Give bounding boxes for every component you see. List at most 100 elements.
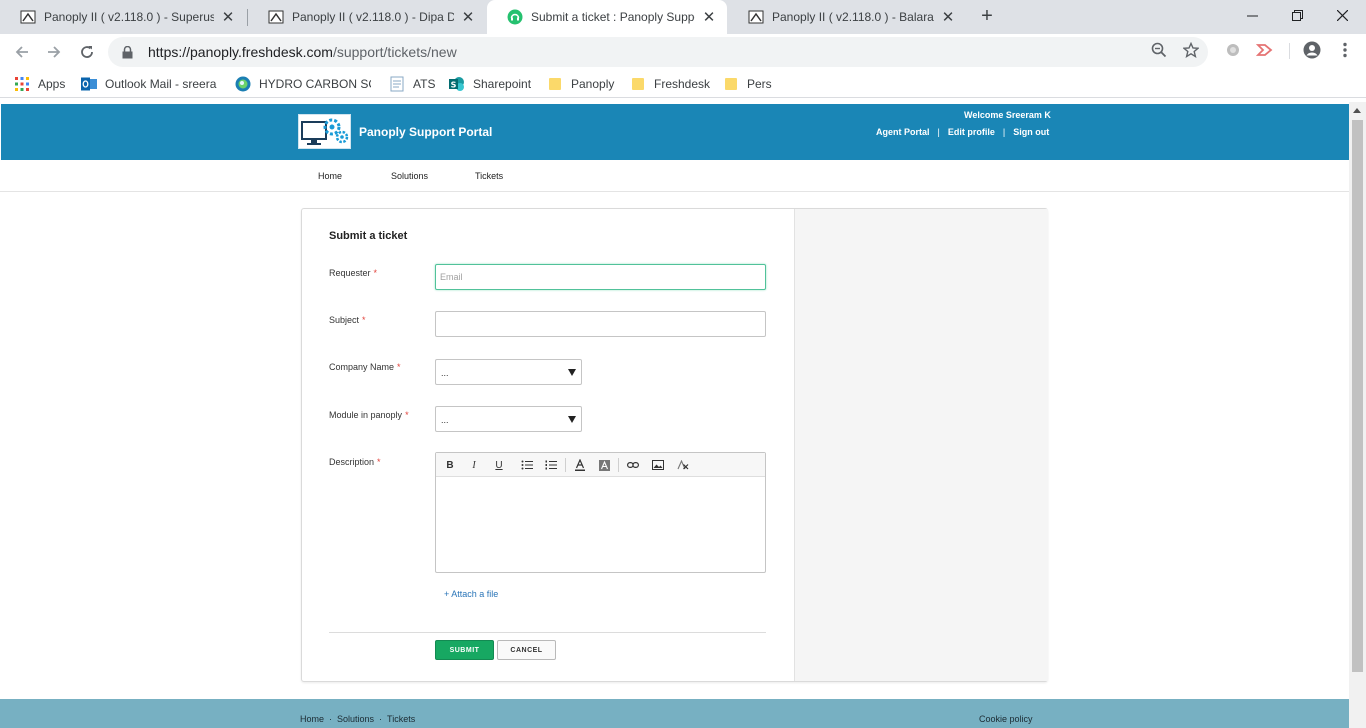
browser-tabbar: Panoply II ( v2.118.0 ) - Superuser ✕ Pa… — [0, 0, 1366, 34]
bookmark-ats[interactable]: ATS — [389, 75, 435, 93]
page-scrollbar[interactable] — [1349, 102, 1366, 728]
browser-tab-3[interactable]: Submit a ticket : Panoply Support ✕ — [487, 0, 727, 34]
portal-title[interactable]: Panoply Support Portal — [359, 125, 492, 139]
requester-email-input[interactable] — [435, 264, 766, 290]
cancel-button[interactable]: CANCEL — [497, 640, 556, 660]
sidebar-panel — [794, 209, 1048, 681]
footer-home-link[interactable]: Home — [300, 714, 324, 724]
link-separator: | — [1002, 127, 1006, 137]
close-icon[interactable]: ✕ — [940, 9, 956, 26]
image-icon[interactable] — [651, 458, 665, 472]
folder-icon — [723, 76, 739, 92]
underline-icon[interactable]: U — [492, 458, 506, 472]
footer-solutions-link[interactable]: Solutions — [337, 714, 374, 724]
folder-icon — [630, 76, 646, 92]
bookmarks-bar: Apps Outlook Mail - sreera HYDRO CARBON … — [0, 70, 1366, 98]
toolbar-separator — [618, 458, 619, 472]
browser-tab-2[interactable]: Panoply II ( v2.118.0 ) - Dipa Dash ✕ — [248, 0, 486, 34]
minimize-icon[interactable] — [1230, 0, 1274, 30]
bullet-list-icon[interactable] — [520, 458, 534, 472]
extension-circle-icon[interactable] — [1224, 41, 1242, 59]
bookmark-label: Apps — [38, 77, 66, 91]
required-mark: * — [362, 315, 366, 325]
browser-tab-4[interactable]: Panoply II ( v2.118.0 ) - Balaraghu ✕ — [728, 0, 966, 34]
edit-profile-link[interactable]: Edit profile — [948, 127, 995, 137]
bookmark-outlook[interactable]: Outlook Mail - sreera — [81, 75, 217, 93]
toolbar-divider — [1289, 43, 1290, 59]
description-textarea[interactable] — [436, 477, 765, 572]
agent-portal-link[interactable]: Agent Portal — [876, 127, 930, 137]
menu-dots-icon[interactable] — [1336, 41, 1354, 59]
editor-toolbar: B I U — [436, 453, 765, 477]
zoom-icon[interactable] — [1150, 41, 1168, 59]
footer-tickets-link[interactable]: Tickets — [387, 714, 415, 724]
required-mark: * — [397, 362, 401, 372]
attach-file-link[interactable]: + Attach a file — [444, 589, 498, 599]
subject-label: Subject * — [329, 315, 366, 325]
close-icon[interactable]: ✕ — [220, 9, 236, 26]
select-value: ... — [441, 368, 449, 378]
bookmark-sharepoint[interactable]: S Sharepoint — [449, 75, 531, 93]
description-editor: B I U — [435, 452, 766, 573]
welcome-text: Welcome Sreeram K — [964, 110, 1051, 120]
browser-toolbar: https://panoply.freshdesk.com/support/ti… — [0, 34, 1366, 70]
portal-nav: Home Solutions Tickets — [0, 160, 1349, 192]
bookmark-label: Sharepoint — [473, 77, 532, 91]
address-bar[interactable]: https://panoply.freshdesk.com/support/ti… — [108, 37, 1208, 67]
freshdesk-favicon-icon — [507, 9, 523, 25]
forward-arrow-icon[interactable] — [43, 41, 65, 63]
nav-tickets[interactable]: Tickets — [475, 171, 503, 181]
restore-icon[interactable] — [1275, 0, 1319, 30]
scroll-up-arrow-icon[interactable] — [1353, 108, 1361, 113]
background-color-icon[interactable] — [597, 458, 611, 472]
bookmark-folder-pers[interactable]: Pers — [723, 75, 772, 93]
close-icon[interactable]: ✕ — [701, 9, 717, 26]
reload-icon[interactable] — [76, 41, 98, 63]
requester-label: Requester * — [329, 268, 378, 278]
clear-format-icon[interactable] — [676, 458, 690, 472]
portal-footer: Home · Solutions · Tickets Cookie policy — [0, 699, 1349, 728]
footer-separator: · — [329, 714, 333, 724]
bookmark-star-icon[interactable] — [1182, 41, 1200, 59]
panoply-favicon-icon — [748, 9, 764, 25]
apps-grid-icon — [14, 76, 30, 92]
close-window-icon[interactable] — [1320, 0, 1364, 30]
bookmark-folder-freshdesk[interactable]: Freshdesk — [630, 75, 710, 93]
sign-out-link[interactable]: Sign out — [1013, 127, 1049, 137]
url-host: https://panoply.freshdesk.com — [148, 44, 333, 60]
browser-tab-1[interactable]: Panoply II ( v2.118.0 ) - Superuser ✕ — [0, 0, 246, 34]
close-icon[interactable]: ✕ — [460, 9, 476, 26]
scrollbar-thumb[interactable] — [1352, 120, 1363, 672]
nav-solutions[interactable]: Solutions — [391, 171, 428, 181]
bookmark-label: Pers — [747, 77, 772, 91]
company-select[interactable]: ... — [435, 359, 582, 385]
extension-arrow-icon[interactable] — [1256, 41, 1274, 59]
italic-icon[interactable]: I — [467, 458, 481, 472]
font-color-icon[interactable] — [573, 458, 587, 472]
new-tab-button[interactable]: + — [976, 5, 998, 27]
submit-button[interactable]: SUBMIT — [435, 640, 494, 660]
toolbar-separator — [565, 458, 566, 472]
bookmark-folder-panoply[interactable]: Panoply — [547, 75, 614, 93]
panoply-favicon-icon — [268, 9, 284, 25]
numbered-list-icon[interactable] — [544, 458, 558, 472]
nav-home[interactable]: Home — [318, 171, 342, 181]
subject-input[interactable] — [435, 311, 766, 337]
back-arrow-icon[interactable] — [11, 41, 33, 63]
page-viewport: Panoply Support Portal Welcome Sreeram K… — [0, 102, 1349, 728]
company-label: Company Name * — [329, 362, 401, 372]
bookmark-hydro-carbon[interactable]: HYDRO CARBON SOL — [235, 75, 371, 93]
bookmark-apps[interactable]: Apps — [14, 75, 65, 93]
bold-icon[interactable]: B — [443, 458, 457, 472]
cookie-policy-link[interactable]: Cookie policy — [979, 714, 1033, 724]
link-icon[interactable] — [626, 458, 640, 472]
bookmark-label: Panoply — [571, 77, 615, 91]
doc-icon — [389, 76, 405, 92]
module-select[interactable]: ... — [435, 406, 582, 432]
form-divider — [329, 632, 766, 633]
profile-icon[interactable] — [1303, 41, 1321, 59]
lock-icon — [120, 45, 134, 59]
panoply-logo[interactable] — [298, 114, 351, 149]
svg-text:S: S — [451, 81, 457, 90]
link-separator: | — [937, 127, 940, 137]
